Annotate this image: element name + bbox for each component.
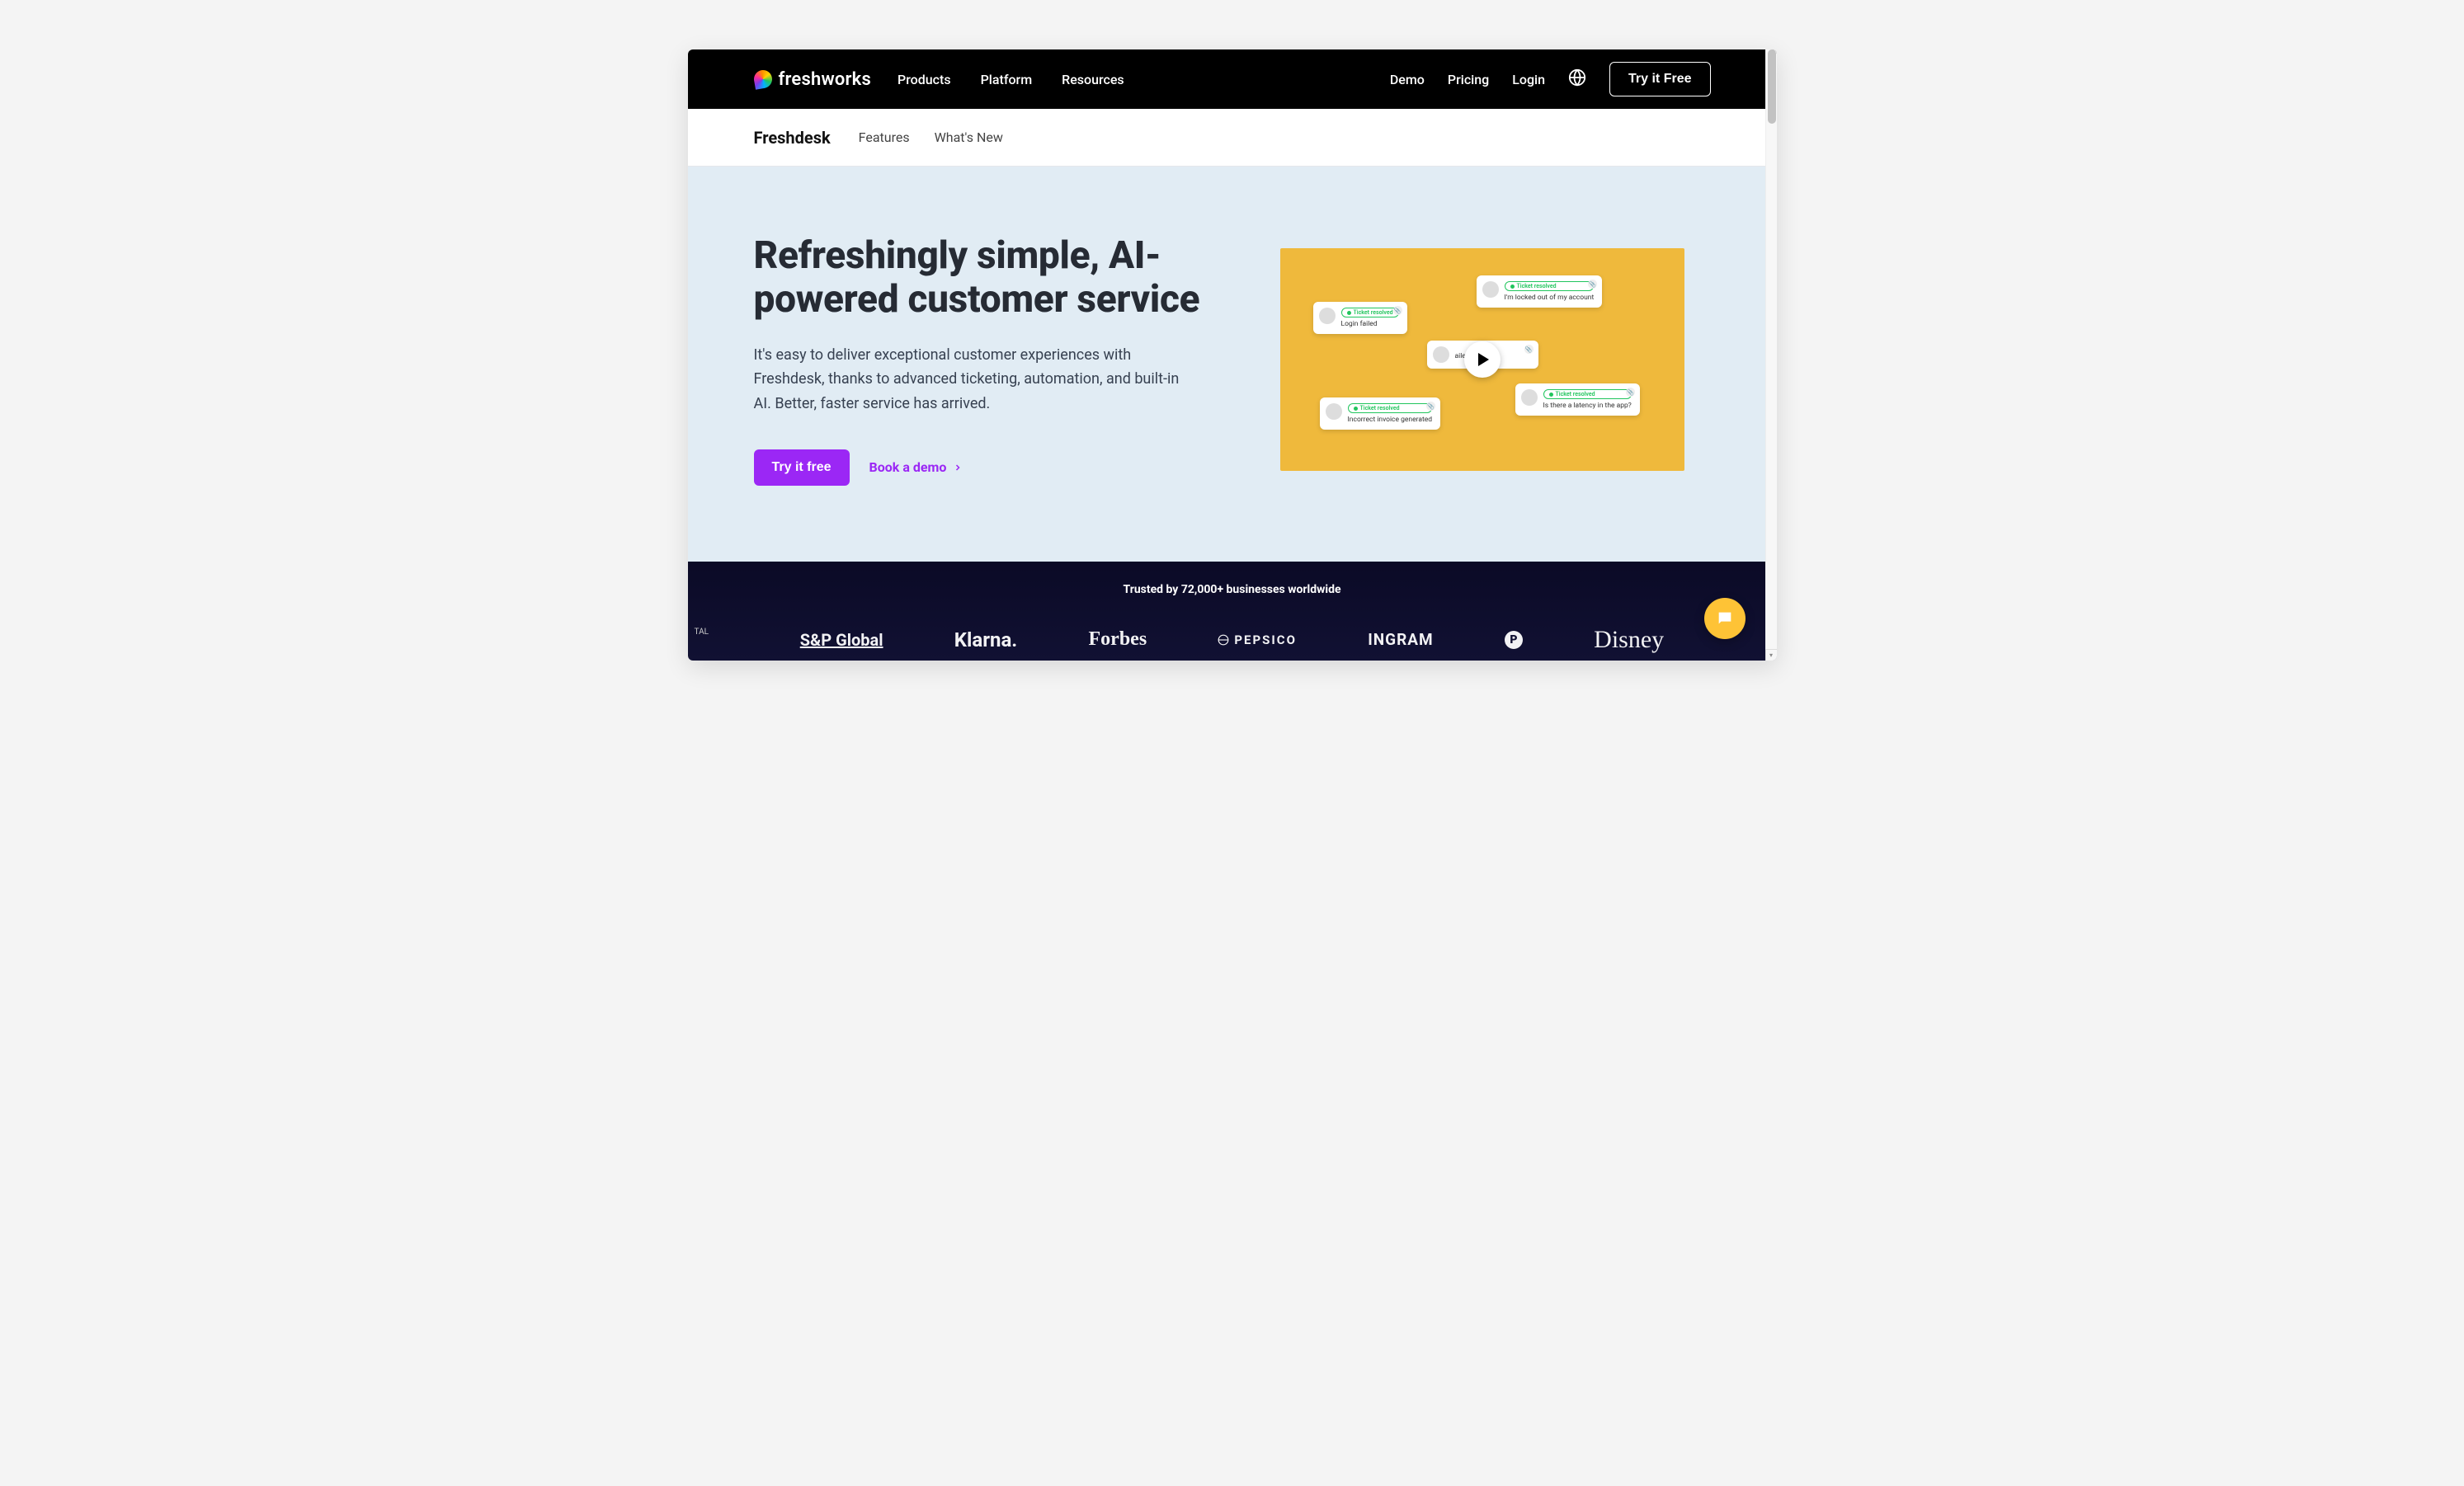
avatar-icon: [1319, 308, 1336, 324]
paperclip-icon: 📎: [1524, 345, 1534, 354]
ticket-status: Ticket resolved: [1505, 281, 1595, 291]
hero-cta-row: Try it free Book a demo: [754, 449, 1241, 486]
primary-nav: Products Platform Resources: [897, 72, 1124, 87]
trust-tagline: Trusted by 72,000+ businesses worldwide: [688, 583, 1777, 596]
hero-copy: Refreshingly simple, AI-powered customer…: [754, 234, 1241, 486]
scrollbar-corner: ▾: [1765, 649, 1777, 661]
page-viewport: freshworks Products Platform Resources D…: [688, 49, 1777, 661]
top-navbar: freshworks Products Platform Resources D…: [688, 49, 1777, 109]
logo-partial-left: TAL: [695, 628, 709, 637]
ticket-status: Ticket resolved: [1341, 308, 1399, 317]
customer-logos: TAL S&P Global Klarna. Forbes PEPSICO IN…: [688, 626, 1777, 654]
ticket-message: Incorrect invoice generated: [1348, 416, 1433, 424]
logo-disney: Disney: [1594, 626, 1664, 654]
trust-section: Trusted by 72,000+ businesses worldwide …: [688, 562, 1777, 661]
try-it-free-button[interactable]: Try it Free: [1609, 62, 1710, 96]
ticket-card: Ticket resolved Incorrect invoice genera…: [1320, 397, 1441, 430]
paperclip-icon: 📎: [1626, 388, 1635, 397]
logo-sp-global: S&P Global: [800, 630, 883, 650]
product-subnav: Freshdesk Features What's New: [688, 109, 1777, 167]
ticket-card: Ticket resolved Login failed 📎: [1313, 302, 1407, 334]
subnav-features[interactable]: Features: [859, 129, 910, 145]
ticket-status: Ticket resolved: [1543, 389, 1632, 399]
scrollbar-thumb[interactable]: [1768, 49, 1776, 124]
globe-icon[interactable]: [1568, 68, 1586, 90]
avatar-icon: [1521, 389, 1538, 406]
chat-fab-button[interactable]: [1704, 598, 1746, 639]
avatar-icon: [1326, 403, 1342, 420]
ticket-status: Ticket resolved: [1348, 403, 1433, 413]
subnav-brand[interactable]: Freshdesk: [754, 128, 831, 148]
pearson-icon: P: [1505, 631, 1523, 649]
nav-pricing[interactable]: Pricing: [1448, 72, 1489, 87]
hero-video-preview: Ticket resolved Login failed 📎 Ticket re…: [1280, 248, 1684, 471]
play-button[interactable]: [1464, 341, 1501, 378]
ticket-card: Ticket resolved I'm locked out of my acc…: [1477, 275, 1603, 308]
caret-down-icon: ▾: [1766, 650, 1777, 661]
chat-icon: [1716, 609, 1734, 628]
hero-section: Refreshingly simple, AI-powered customer…: [688, 167, 1777, 562]
hero-book-demo-text: Book a demo: [869, 459, 947, 475]
avatar-icon: [1482, 281, 1499, 298]
nav-platform[interactable]: Platform: [981, 72, 1033, 87]
paperclip-icon: 📎: [1393, 306, 1402, 315]
secondary-nav: Demo Pricing Login Try it Free: [1390, 62, 1711, 96]
brand-logo[interactable]: freshworks: [754, 69, 872, 90]
hero-body: It's easy to deliver exceptional custome…: [754, 343, 1199, 416]
paperclip-icon: 📎: [1588, 280, 1597, 289]
ticket-message: Is there a latency in the app?: [1543, 402, 1632, 410]
logo-klarna: Klarna.: [954, 628, 1018, 651]
logo-pepsico: PEPSICO: [1218, 632, 1297, 647]
ticket-message: Login failed: [1341, 320, 1399, 328]
pepsico-globe-icon: [1218, 634, 1229, 646]
nav-resources[interactable]: Resources: [1062, 72, 1124, 87]
logo-ingram: INGRAM: [1368, 630, 1434, 649]
logo-forbes: Forbes: [1089, 628, 1147, 651]
logo-pearson: P: [1505, 631, 1523, 649]
nav-products[interactable]: Products: [897, 72, 951, 87]
nav-login[interactable]: Login: [1512, 72, 1545, 87]
brand-logo-mark-icon: [752, 68, 773, 89]
hero-book-demo-link[interactable]: Book a demo: [869, 459, 963, 475]
hero-try-free-button[interactable]: Try it free: [754, 449, 850, 486]
subnav-whats-new[interactable]: What's New: [935, 129, 1003, 145]
paperclip-icon: 📎: [1426, 402, 1435, 411]
chevron-right-icon: [953, 463, 963, 473]
ticket-card: Ticket resolved Is there a latency in th…: [1515, 383, 1640, 416]
ticket-message: I'm locked out of my account: [1505, 294, 1595, 302]
scrollbar[interactable]: [1765, 49, 1777, 661]
hero-title: Refreshingly simple, AI-powered customer…: [754, 234, 1241, 322]
brand-logo-text: freshworks: [779, 69, 872, 90]
nav-demo[interactable]: Demo: [1390, 72, 1425, 87]
avatar-icon: [1433, 346, 1449, 363]
